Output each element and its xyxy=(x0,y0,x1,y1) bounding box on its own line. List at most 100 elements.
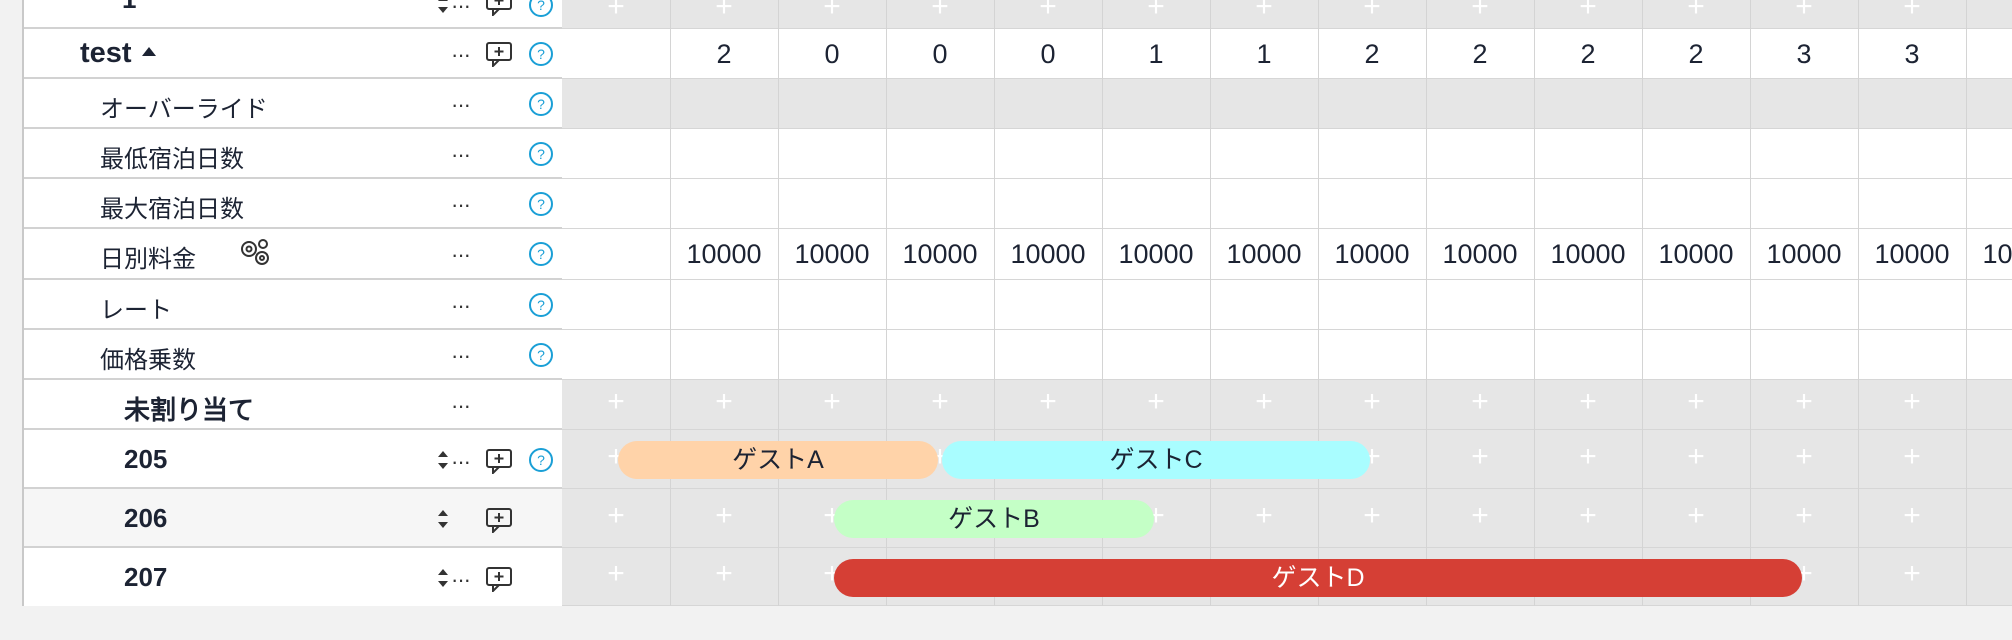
add-booking-plus[interactable]: + xyxy=(1210,499,1318,533)
daily-price-cell[interactable]: 10000 xyxy=(1102,239,1210,270)
more-options-button[interactable]: ··· xyxy=(451,345,471,367)
daily-price-cell[interactable]: 10000 xyxy=(778,239,886,270)
add-booking-plus[interactable]: + xyxy=(670,385,778,419)
add-booking-plus[interactable]: + xyxy=(1102,0,1210,24)
help-icon[interactable]: ? xyxy=(528,447,554,478)
add-booking-plus[interactable]: + xyxy=(778,385,886,419)
add-booking-plus[interactable]: + xyxy=(1750,499,1858,533)
sort-updown-icon[interactable] xyxy=(436,568,450,593)
daily-price-cell[interactable]: 10000 xyxy=(1858,239,1966,270)
more-options-button[interactable]: ··· xyxy=(451,144,471,166)
add-booking-plus[interactable]: + xyxy=(1318,385,1426,419)
more-options-button[interactable]: ··· xyxy=(451,395,471,417)
grid-column-line xyxy=(778,0,779,606)
add-booking-plus[interactable]: + xyxy=(1966,0,2012,24)
add-booking-plus[interactable]: + xyxy=(1858,385,1966,419)
add-booking-plus[interactable]: + xyxy=(1318,499,1426,533)
add-booking-plus[interactable]: + xyxy=(1426,440,1534,474)
daily-price-cell[interactable]: 10000 xyxy=(886,239,994,270)
help-icon[interactable]: ? xyxy=(528,241,554,272)
add-comment-icon[interactable] xyxy=(485,0,513,21)
add-booking-plus[interactable]: + xyxy=(994,385,1102,419)
add-booking-plus[interactable]: + xyxy=(1102,385,1210,419)
add-booking-plus[interactable]: + xyxy=(1642,440,1750,474)
daily-price-cell[interactable]: 10000 xyxy=(1750,239,1858,270)
add-booking-plus[interactable]: + xyxy=(1966,440,2012,474)
add-booking-plus[interactable]: + xyxy=(1426,0,1534,24)
add-comment-icon[interactable] xyxy=(485,566,513,597)
add-comment-icon[interactable] xyxy=(485,41,513,72)
sort-updown-icon[interactable] xyxy=(436,0,450,19)
listing-title[interactable]: test xyxy=(80,37,156,70)
daily-price-cell[interactable]: 10000 xyxy=(1534,239,1642,270)
add-booking-plus[interactable]: + xyxy=(1858,557,1966,591)
add-booking-plus[interactable]: + xyxy=(1534,385,1642,419)
sort-updown-icon[interactable] xyxy=(436,509,450,534)
add-booking-plus[interactable]: + xyxy=(562,0,670,24)
booking-bar[interactable]: ゲストB xyxy=(834,500,1154,538)
help-icon[interactable]: ? xyxy=(528,191,554,222)
add-booking-plus[interactable]: + xyxy=(562,557,670,591)
more-options-button[interactable]: ··· xyxy=(451,569,471,591)
add-booking-plus[interactable]: + xyxy=(1210,385,1318,419)
add-booking-plus[interactable]: + xyxy=(886,0,994,24)
booking-bar[interactable]: ゲストC xyxy=(942,441,1370,479)
booking-bar[interactable]: ゲストA xyxy=(618,441,938,479)
help-icon[interactable]: ? xyxy=(528,0,554,23)
more-options-button[interactable]: ··· xyxy=(451,94,471,116)
add-booking-plus[interactable]: + xyxy=(1318,0,1426,24)
add-booking-plus[interactable]: + xyxy=(886,385,994,419)
add-booking-plus[interactable]: + xyxy=(1642,385,1750,419)
add-booking-plus[interactable]: + xyxy=(562,385,670,419)
more-options-button[interactable]: ··· xyxy=(451,44,471,66)
collapse-caret-icon[interactable] xyxy=(141,46,156,56)
help-icon[interactable]: ? xyxy=(528,91,554,122)
daily-price-cell[interactable]: 10000 xyxy=(670,239,778,270)
add-booking-plus[interactable]: + xyxy=(1858,0,1966,24)
add-booking-plus[interactable]: + xyxy=(1426,499,1534,533)
add-booking-plus[interactable]: + xyxy=(1966,499,2012,533)
availability-count: 3 xyxy=(1904,39,1920,69)
add-booking-plus[interactable]: + xyxy=(1534,440,1642,474)
daily-price-cell[interactable]: 10000 xyxy=(994,239,1102,270)
add-comment-icon[interactable] xyxy=(485,507,513,538)
daily-price-cell[interactable]: 10000 xyxy=(1966,239,2012,270)
add-booking-plus[interactable]: + xyxy=(994,0,1102,24)
add-booking-plus[interactable]: + xyxy=(1642,0,1750,24)
add-booking-plus[interactable]: + xyxy=(670,557,778,591)
help-icon[interactable]: ? xyxy=(528,292,554,323)
booking-bar[interactable]: ゲストD xyxy=(834,559,1802,597)
add-booking-plus[interactable]: + xyxy=(1966,385,2012,419)
add-booking-plus[interactable]: + xyxy=(1750,440,1858,474)
add-booking-plus[interactable]: + xyxy=(1426,385,1534,419)
svg-text:?: ? xyxy=(537,196,545,212)
more-options-button[interactable]: ··· xyxy=(451,295,471,317)
daily-price-cell[interactable]: 10000 xyxy=(1210,239,1318,270)
add-booking-plus[interactable]: + xyxy=(670,0,778,24)
more-options-button[interactable]: ··· xyxy=(451,194,471,216)
add-booking-plus[interactable]: + xyxy=(1642,499,1750,533)
add-comment-icon[interactable] xyxy=(485,448,513,479)
more-options-button[interactable]: ··· xyxy=(451,451,471,473)
more-options-button[interactable]: ··· xyxy=(451,244,471,266)
add-booking-plus[interactable]: + xyxy=(1966,557,2012,591)
add-booking-plus[interactable]: + xyxy=(1210,0,1318,24)
help-icon[interactable]: ? xyxy=(528,141,554,172)
help-icon[interactable]: ? xyxy=(528,342,554,373)
sort-updown-icon[interactable] xyxy=(436,450,450,475)
add-booking-plus[interactable]: + xyxy=(1750,0,1858,24)
add-booking-plus[interactable]: + xyxy=(1858,499,1966,533)
daily-price-cell[interactable]: 10000 xyxy=(1318,239,1426,270)
add-booking-plus[interactable]: + xyxy=(670,499,778,533)
gears-icon[interactable] xyxy=(238,237,272,272)
add-booking-plus[interactable]: + xyxy=(1534,499,1642,533)
add-booking-plus[interactable]: + xyxy=(1534,0,1642,24)
add-booking-plus[interactable]: + xyxy=(778,0,886,24)
daily-price-cell[interactable]: 10000 xyxy=(1642,239,1750,270)
add-booking-plus[interactable]: + xyxy=(1858,440,1966,474)
add-booking-plus[interactable]: + xyxy=(562,499,670,533)
more-options-button[interactable]: ··· xyxy=(451,0,471,17)
help-icon[interactable]: ? xyxy=(528,41,554,72)
add-booking-plus[interactable]: + xyxy=(1750,385,1858,419)
daily-price-cell[interactable]: 10000 xyxy=(1426,239,1534,270)
